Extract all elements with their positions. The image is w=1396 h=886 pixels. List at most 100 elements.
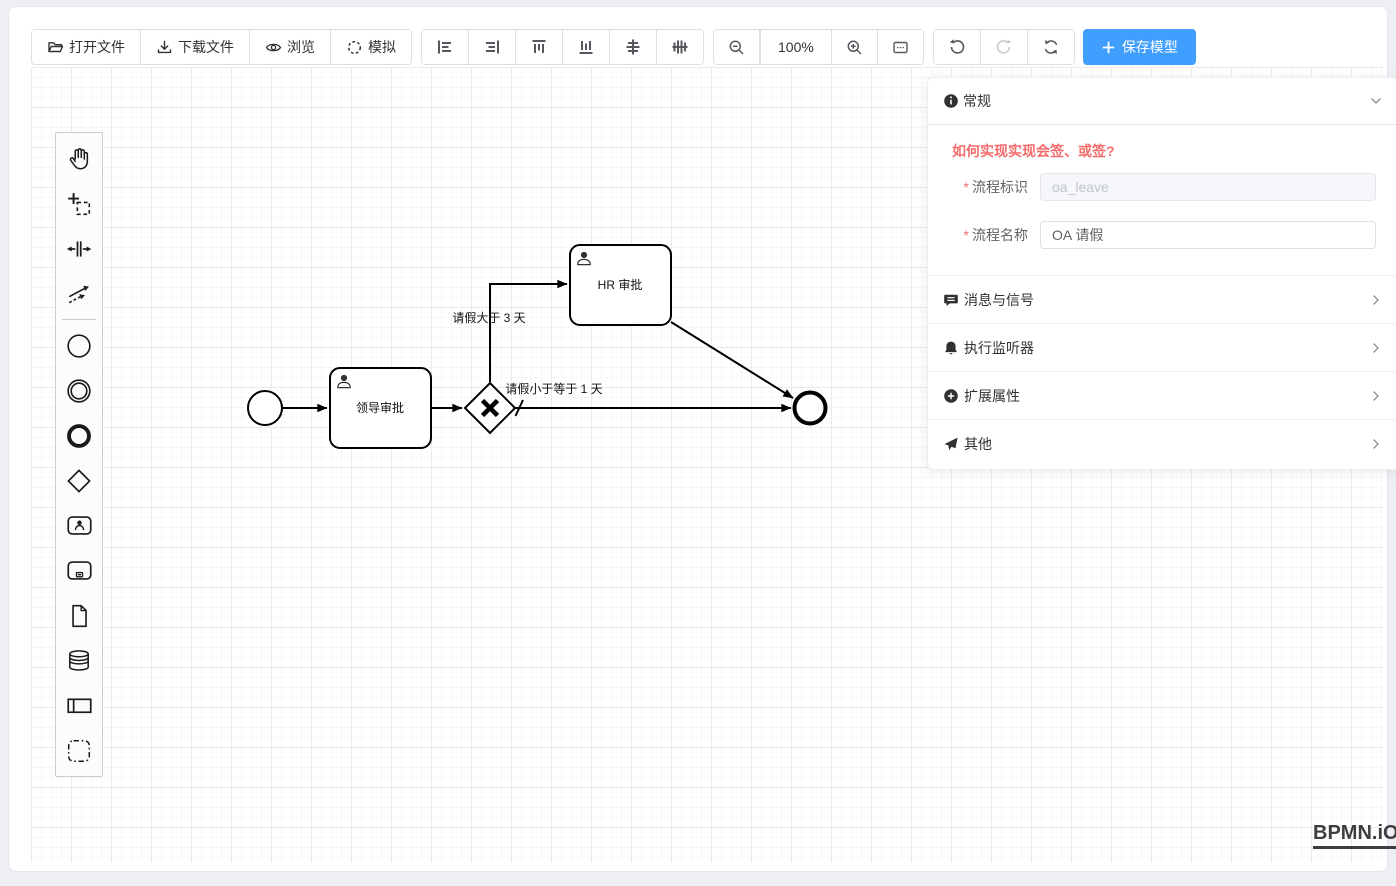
general-section-body: 如何实现实现会签、或签? *流程标识 *流程名称 消息与信号 (928, 125, 1396, 467)
open-file-label: 打开文件 (69, 37, 125, 57)
general-section-header[interactable]: 常规 (928, 78, 1396, 125)
end-event-node[interactable] (795, 393, 826, 424)
section-label: 扩展属性 (964, 386, 1020, 406)
palette-lasso-tool[interactable] (56, 181, 102, 226)
simulate-button[interactable]: 模拟 (331, 30, 411, 64)
participant-icon (66, 692, 93, 719)
align-bottom-button[interactable] (563, 30, 610, 64)
chevron-right-icon (1368, 340, 1384, 356)
general-title-wrap: 常规 (943, 91, 991, 111)
open-file-button[interactable]: 打开文件 (32, 30, 141, 64)
preview-button[interactable]: 浏览 (250, 30, 331, 64)
section-execution-listeners[interactable]: 执行监听器 (928, 323, 1396, 371)
editor-card: 打开文件 下载文件 浏览 模拟 (8, 6, 1388, 872)
properties-panel: 常规 如何实现实现会签、或签? *流程标识 *流程名称 (927, 77, 1396, 470)
simulate-label: 模拟 (368, 37, 396, 57)
flow-label-le-1-day[interactable]: 请假小于等于 1 天 (505, 382, 602, 396)
process-name-label-wrap: *流程名称 (928, 225, 1040, 245)
palette-create-gateway[interactable] (56, 458, 102, 503)
save-model-label: 保存模型 (1122, 37, 1178, 57)
palette-space-tool[interactable] (56, 226, 102, 271)
zoom-level-display: 100% (760, 30, 832, 64)
align-left-button[interactable] (422, 30, 469, 64)
user-task-hr-node[interactable]: HR 审批 (570, 245, 671, 325)
folder-open-icon (47, 39, 64, 56)
plus-icon (1101, 40, 1116, 55)
reset-icon (1042, 38, 1060, 56)
align-button-group (421, 29, 704, 65)
download-file-button[interactable]: 下载文件 (141, 30, 250, 64)
palette-create-user-task[interactable] (56, 503, 102, 548)
zoom-out-button[interactable] (714, 30, 760, 64)
palette-create-end-event[interactable] (56, 413, 102, 458)
preview-label: 浏览 (287, 37, 315, 57)
align-horizontal-center-icon (624, 38, 642, 56)
redo-button[interactable] (981, 30, 1028, 64)
palette-hand-tool[interactable] (56, 136, 102, 181)
global-connect-tool-icon (66, 281, 92, 307)
section-messages-signals[interactable]: 消息与信号 (928, 275, 1396, 323)
align-left-icon (436, 38, 454, 56)
start-event-node[interactable] (248, 391, 282, 425)
palette-create-participant[interactable] (56, 683, 102, 728)
section-label: 消息与信号 (964, 290, 1034, 310)
countersign-help-link[interactable]: 如何实现实现会签、或签? (952, 141, 1115, 161)
start-event-icon (66, 333, 92, 359)
palette-create-start-event[interactable] (56, 323, 102, 368)
download-icon (156, 39, 173, 56)
process-name-input[interactable] (1040, 221, 1376, 249)
zoom-out-icon (728, 39, 745, 56)
end-event-icon (66, 423, 92, 449)
chevron-down-icon (1368, 93, 1384, 109)
sequence-flow-gateway-to-hr[interactable] (490, 284, 567, 382)
save-model-button[interactable]: 保存模型 (1083, 29, 1196, 65)
eye-icon (265, 39, 282, 56)
align-horizontal-center-button[interactable] (610, 30, 657, 64)
toolbar: 打开文件 下载文件 浏览 模拟 (31, 29, 1196, 65)
align-top-icon (530, 38, 548, 56)
section-others[interactable]: 其他 (928, 419, 1396, 467)
plus-circle-icon (943, 388, 959, 404)
zoom-in-icon (846, 39, 863, 56)
palette-create-subprocess[interactable] (56, 548, 102, 593)
lasso-tool-icon (66, 191, 92, 217)
palette-create-intermediate-event[interactable] (56, 368, 102, 413)
palette-create-data-store[interactable] (56, 638, 102, 683)
zoom-in-button[interactable] (832, 30, 878, 64)
flow-label-gt-3-days[interactable]: 请假大于 3 天 (452, 311, 525, 325)
align-right-button[interactable] (469, 30, 516, 64)
align-vertical-middle-button[interactable] (657, 30, 703, 64)
user-task-icon (66, 512, 93, 539)
undo-button[interactable] (934, 30, 981, 64)
user-task-leader-node[interactable]: 领导审批 (330, 368, 431, 448)
file-button-group: 打开文件 下载文件 浏览 模拟 (31, 29, 412, 65)
palette-global-connect-tool[interactable] (56, 271, 102, 316)
palette-create-group[interactable] (56, 728, 102, 773)
space-tool-icon (66, 236, 92, 262)
reset-button[interactable] (1028, 30, 1074, 64)
gateway-icon (66, 468, 92, 494)
bpmn-io-logo[interactable]: BPMN.iO (1313, 822, 1396, 849)
section-title-wrap: 消息与信号 (943, 290, 1034, 310)
intermediate-event-icon (66, 378, 92, 404)
align-top-button[interactable] (516, 30, 563, 64)
sequence-flow-hr-to-end[interactable] (671, 322, 793, 398)
send-icon (943, 436, 959, 452)
data-object-icon (66, 603, 92, 629)
align-vertical-middle-icon (671, 38, 689, 56)
palette-create-data-object[interactable] (56, 593, 102, 638)
section-extended-properties[interactable]: 扩展属性 (928, 371, 1396, 419)
chevron-right-icon (1368, 436, 1384, 452)
required-asterisk: * (964, 227, 969, 243)
fit-viewport-button[interactable] (878, 30, 923, 64)
section-title-wrap: 执行监听器 (943, 338, 1034, 358)
zoom-button-group: 100% (713, 29, 924, 65)
bpmn-palette (55, 132, 103, 777)
section-label: 其他 (964, 434, 992, 454)
history-button-group (933, 29, 1075, 65)
redo-icon (995, 38, 1013, 56)
section-title-wrap: 扩展属性 (943, 386, 1020, 406)
process-id-input (1040, 173, 1376, 201)
task-label: HR 审批 (598, 277, 643, 292)
undo-icon (948, 38, 966, 56)
